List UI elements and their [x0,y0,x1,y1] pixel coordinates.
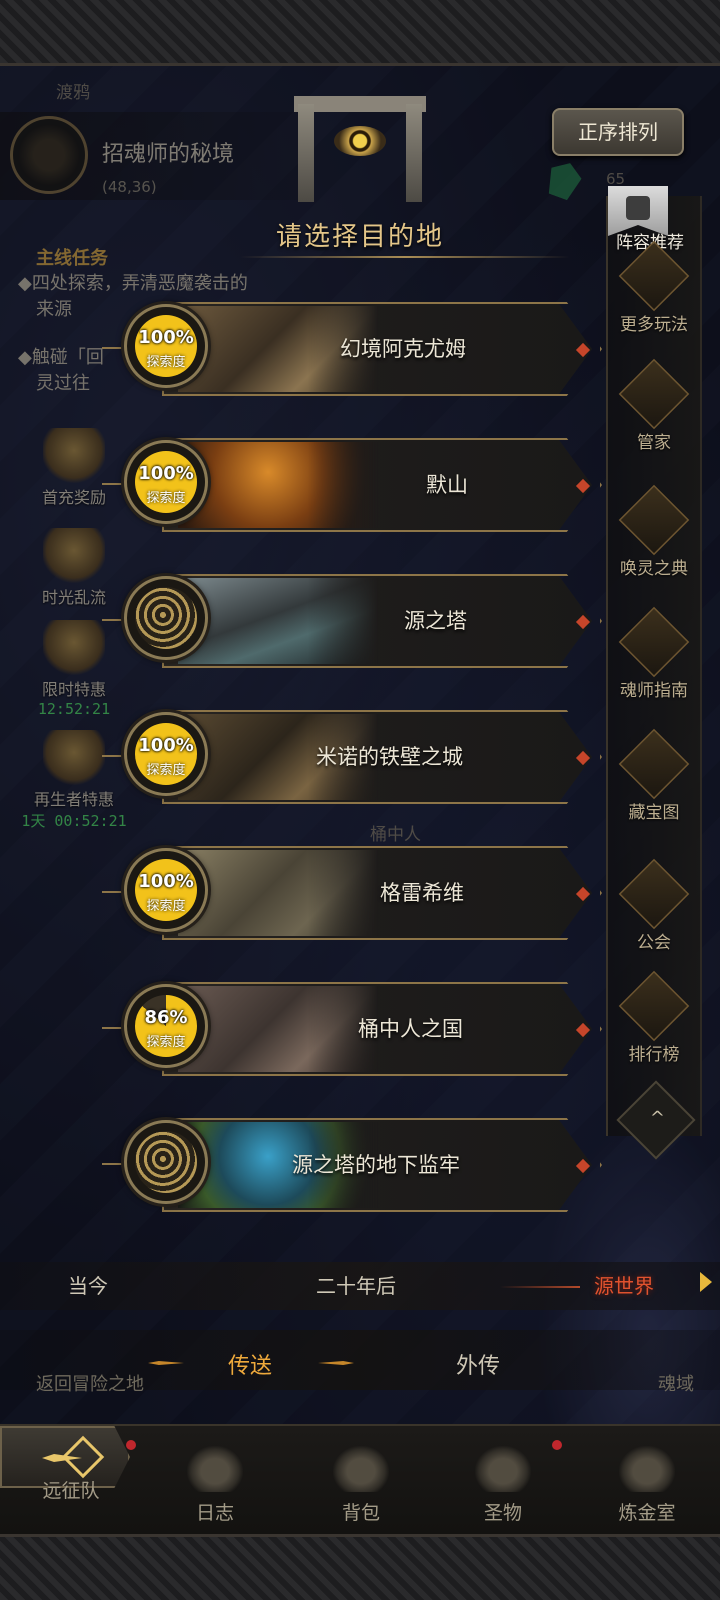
leaderboard-icon [618,970,690,1042]
exploration-percent: 100% [138,871,194,892]
treasure-map-button[interactable]: 藏宝图 [606,728,702,823]
destination-item[interactable]: 桶中人之国 86% 探索度 [102,980,602,1078]
soul-domain-text: 魂域 [658,1374,694,1395]
top-frame [0,0,720,66]
treasure-map-label: 藏宝图 [628,803,680,823]
gate-emblem-icon [294,96,426,204]
tab-teleport[interactable]: 传送 [228,1348,272,1380]
nav-alchemy[interactable]: 炼金室 [592,1446,702,1525]
exploration-badge: 86% 探索度 [124,984,208,1068]
tab-side-story[interactable]: 外传 [456,1348,500,1380]
locked-badge [124,1120,208,1204]
exploration-label: 探索度 [146,491,186,506]
destination-item[interactable]: 米诺的铁壁之城 100% 探索度 [102,708,602,806]
destination-item[interactable]: 格雷希维 100% 探索度 [102,844,602,942]
exploration-badge: 100% 探索度 [124,848,208,932]
butler-button[interactable]: 管家 [606,358,702,453]
nav-expedition[interactable]: 远征队 [16,1470,126,1503]
notification-dot [126,1440,136,1450]
codex-label: 唤灵之典 [620,559,688,579]
return-adventure-text: 返回冒险之地 [36,1374,144,1395]
nav-backpack-label: 背包 [341,1502,380,1524]
exploration-label: 探索度 [146,1035,186,1050]
guild-label: 公会 [637,933,671,953]
destination-name: 桶中人之国 [358,1017,463,1041]
sort-order-button[interactable]: 正序排列 [552,108,684,156]
nav-relic[interactable]: 圣物 [448,1446,558,1525]
guild-icon [618,858,690,930]
destination-item[interactable]: 默山 100% 探索度 [102,436,602,534]
butler-label: 管家 [637,433,671,453]
exploration-badge: 100% 探索度 [124,712,208,796]
destination-name: 源之塔 [404,609,467,633]
destination-art [178,986,378,1072]
exploration-badge: 100% 探索度 [124,304,208,388]
exploration-percent: 100% [138,463,194,484]
nav-relic-label: 圣物 [483,1502,522,1524]
chevron-right-icon[interactable] [700,1272,712,1292]
backpack-icon [333,1446,389,1492]
leaderboard-label: 排行榜 [628,1045,680,1065]
more-play-icon [618,240,690,312]
alchemy-icon [619,1446,675,1492]
destination-item[interactable]: 幻境阿克尤姆 100% 探索度 [102,300,602,398]
nav-backpack[interactable]: 背包 [306,1446,416,1525]
era-tab-source-world[interactable]: 源世界 [594,1270,654,1299]
exploration-badge: 100% 探索度 [124,440,208,524]
destination-art [178,850,378,936]
destination-name: 格雷希维 [380,881,464,905]
era-tab-present[interactable]: 当今 [68,1270,108,1299]
exploration-percent: 100% [138,735,194,756]
more-play-button[interactable]: 更多玩法 [606,240,702,335]
destination-name: 源之塔的地下监牢 [292,1153,460,1177]
nav-journal-label: 日志 [195,1502,234,1524]
destination-item[interactable]: 源之塔 [102,572,602,670]
exploration-label: 探索度 [146,763,186,778]
more-play-label: 更多玩法 [620,315,688,335]
leaderboard-button[interactable]: 排行榜 [606,970,702,1065]
title-divider [240,256,570,258]
exploration-label: 探索度 [146,899,186,914]
locked-badge [124,576,208,660]
exploration-percent: 100% [138,327,194,348]
destination-item[interactable]: 源之塔的地下监牢 [102,1116,602,1214]
relic-icon [475,1446,531,1492]
destination-name: 米诺的铁壁之城 [316,745,463,769]
guide-button[interactable]: 魂师指南 [606,606,702,701]
guild-button[interactable]: 公会 [606,858,702,953]
chevron-up-icon: ^ [649,1107,665,1129]
destination-art [178,442,378,528]
swirl-emblem-icon [135,587,197,649]
era-tab-twenty-years[interactable]: 二十年后 [316,1270,396,1299]
codex-icon [618,484,690,556]
treasure-map-icon [618,728,690,800]
nav-journal[interactable]: 日志 [160,1446,270,1525]
bottom-frame [0,1534,720,1600]
nav-expedition-label: 远征队 [42,1480,100,1502]
exploration-percent: 86% [144,1007,188,1028]
swirl-emblem-icon [135,1131,197,1193]
destination-name: 默山 [426,473,468,497]
destination-art [178,578,378,664]
notification-dot [552,1440,562,1450]
destination-name: 幻境阿克尤姆 [340,337,466,361]
codex-button[interactable]: 唤灵之典 [606,484,702,579]
journal-icon [187,1446,243,1492]
butler-icon [618,358,690,430]
nav-alchemy-label: 炼金室 [618,1502,676,1524]
guide-icon [618,606,690,678]
guide-label: 魂师指南 [620,681,688,701]
era-active-deco [500,1286,580,1288]
exploration-label: 探索度 [146,355,186,370]
